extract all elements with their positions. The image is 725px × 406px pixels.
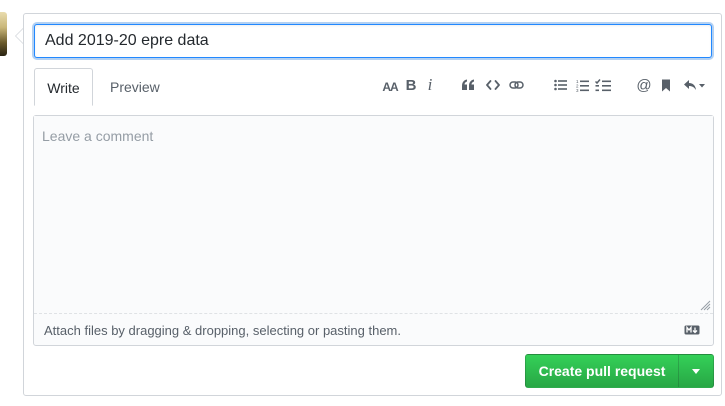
text-size-icon[interactable]: AA [380, 76, 400, 98]
italic-label: i [427, 75, 433, 94]
text-size-label: AA [382, 80, 398, 94]
attach-files-hint[interactable]: Attach files by dragging & dropping, sel… [44, 323, 401, 338]
comment-editor: Attach files by dragging & dropping, sel… [33, 115, 714, 346]
bold-label: B [405, 76, 417, 94]
code-icon[interactable] [483, 74, 503, 96]
bold-icon[interactable]: B [401, 74, 421, 96]
quote-icon[interactable] [458, 74, 478, 96]
create-options-dropdown[interactable] [678, 355, 713, 387]
avatar[interactable] [0, 12, 7, 56]
reply-icon[interactable] [680, 74, 708, 96]
svg-text:3: 3 [576, 88, 579, 92]
resize-grip-icon[interactable] [700, 300, 711, 311]
create-pull-request-label[interactable]: Create pull request [526, 355, 678, 387]
mention-icon[interactable]: @ [634, 74, 654, 96]
tab-preview[interactable]: Preview [98, 68, 172, 106]
tab-write[interactable]: Write [34, 68, 93, 106]
comment-caret-inner [16, 29, 23, 43]
create-pull-request-button[interactable]: Create pull request [525, 354, 714, 388]
title-input[interactable] [34, 24, 712, 58]
bookmark-icon[interactable] [656, 74, 676, 96]
mention-label: @ [636, 76, 652, 94]
list-unordered-icon[interactable] [550, 74, 570, 96]
link-icon[interactable] [506, 74, 526, 96]
italic-icon[interactable]: i [420, 74, 440, 96]
triangle-down-icon [692, 368, 700, 374]
comment-textarea[interactable] [34, 116, 713, 314]
tasklist-icon[interactable] [594, 74, 612, 96]
list-ordered-icon[interactable]: 123 [572, 74, 592, 96]
markdown-icon[interactable] [684, 325, 700, 335]
